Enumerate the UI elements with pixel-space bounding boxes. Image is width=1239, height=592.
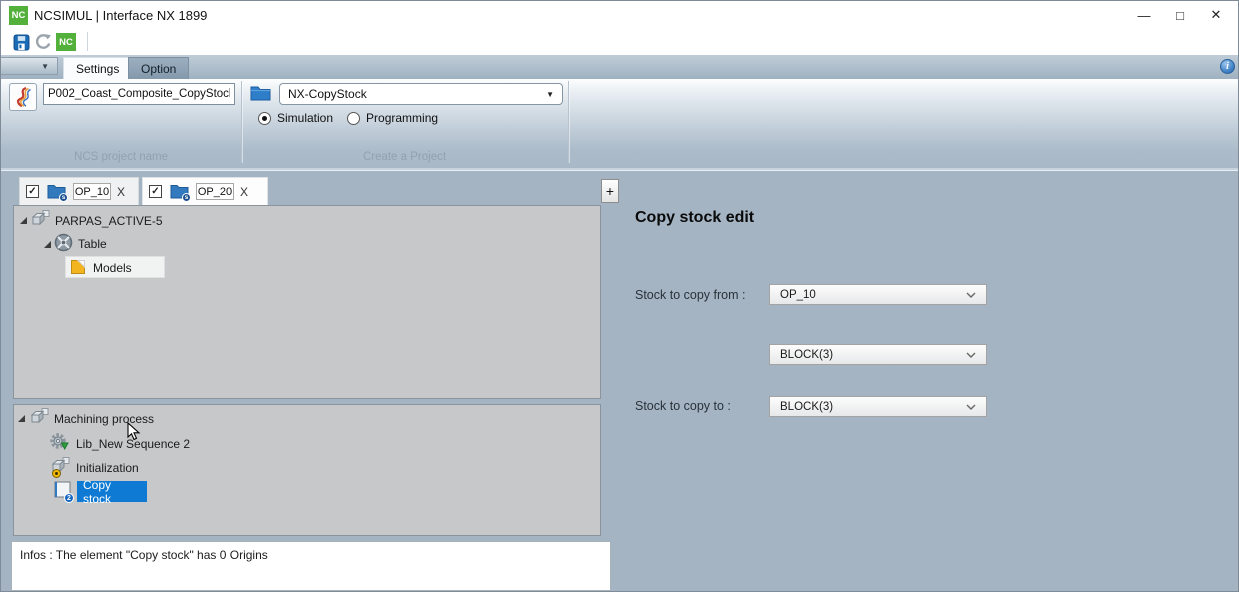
mouse-cursor bbox=[127, 422, 145, 442]
close-button[interactable]: ✕ bbox=[1198, 1, 1234, 29]
stock-to-value: BLOCK(3) bbox=[780, 401, 833, 413]
process-tree-panel: Machining process Lib_New Sequence 2 Ini… bbox=[13, 404, 601, 536]
ribbon-tab-row: ▼ Settings Option i bbox=[1, 55, 1238, 79]
chevron-down-icon: ▼ bbox=[41, 62, 49, 71]
op-tab-op10[interactable]: ✓ s X bbox=[19, 177, 139, 205]
window-title: NCSIMUL | Interface NX 1899 bbox=[34, 8, 207, 23]
info-icon[interactable]: i bbox=[1220, 59, 1235, 74]
copy-stock-badge: 2 bbox=[64, 493, 74, 503]
refresh-icon[interactable] bbox=[33, 32, 53, 52]
quick-toolbar: NC bbox=[1, 29, 1238, 55]
tree-item-initialization[interactable]: Initialization bbox=[76, 461, 139, 475]
stock-folder-icon: s bbox=[170, 183, 189, 200]
nc-export-icon[interactable]: NC bbox=[56, 33, 76, 51]
ncsimul-logo-icon[interactable] bbox=[9, 83, 37, 111]
expander-icon bbox=[19, 216, 28, 225]
edit-panel-title: Copy stock edit bbox=[635, 209, 754, 227]
op-tab-op20[interactable]: ✓ s X bbox=[142, 177, 268, 205]
stock-folder-icon: s bbox=[47, 183, 66, 200]
stock-from-select[interactable]: OP_10 bbox=[769, 284, 987, 305]
expander-icon bbox=[17, 414, 26, 423]
template-select-value: NX-CopyStock bbox=[288, 87, 367, 101]
tab-settings[interactable]: Settings bbox=[63, 57, 132, 79]
chevron-down-icon bbox=[966, 352, 976, 358]
title-bar: NC NCSIMUL | Interface NX 1899 — □ ✕ bbox=[1, 1, 1238, 29]
group-label-project: NCS project name bbox=[1, 151, 241, 163]
stock-from-block-select[interactable]: BLOCK(3) bbox=[769, 344, 987, 365]
ribbon-separator bbox=[568, 81, 569, 163]
op10-checkbox[interactable]: ✓ bbox=[26, 185, 39, 198]
stock-from-block-value: BLOCK(3) bbox=[780, 349, 833, 361]
app-window: NC NCSIMUL | Interface NX 1899 — □ ✕ NC bbox=[0, 0, 1239, 592]
tree-item-machine[interactable]: PARPAS_ACTIVE-5 bbox=[55, 214, 163, 228]
tab-option[interactable]: Option bbox=[128, 57, 189, 79]
file-menu-dropdown[interactable]: ▼ bbox=[1, 57, 58, 75]
op20-name-input[interactable] bbox=[196, 183, 234, 200]
radio-simulation[interactable] bbox=[258, 112, 271, 125]
stock-from-value: OP_10 bbox=[780, 289, 816, 301]
minimize-button[interactable]: — bbox=[1126, 1, 1162, 29]
stock-to-select[interactable]: BLOCK(3) bbox=[769, 396, 987, 417]
chevron-down-icon: ▼ bbox=[546, 90, 554, 99]
op10-name-input[interactable] bbox=[73, 183, 111, 200]
tree-item-models[interactable]: Models bbox=[93, 261, 132, 275]
init-badge-icon bbox=[52, 469, 61, 478]
stock-badge: s bbox=[59, 193, 68, 202]
info-bar: Infos : The element "Copy stock" has 0 O… bbox=[11, 541, 611, 591]
mode-radio-group: Simulation Programming bbox=[258, 111, 452, 125]
table-axis-icon bbox=[54, 233, 73, 252]
machine-icon bbox=[29, 209, 51, 227]
machine-tree-panel: PARPAS_ACTIVE-5 Table Models bbox=[13, 205, 601, 399]
chevron-down-icon bbox=[966, 404, 976, 410]
toolbar-separator bbox=[87, 32, 88, 51]
radio-simulation-label: Simulation bbox=[277, 111, 333, 125]
project-name-input[interactable] bbox=[43, 83, 235, 105]
machine-icon bbox=[28, 407, 50, 425]
tree-item-table[interactable]: Table bbox=[78, 237, 107, 251]
op20-close-icon[interactable]: X bbox=[240, 185, 248, 199]
group-label-create: Create a Project bbox=[241, 151, 568, 163]
maximize-button[interactable]: □ bbox=[1162, 1, 1198, 29]
models-icon bbox=[70, 259, 86, 275]
chevron-down-icon bbox=[966, 292, 976, 298]
stock-to-label: Stock to copy to : bbox=[635, 399, 731, 413]
open-folder-icon[interactable] bbox=[250, 84, 271, 107]
op10-close-icon[interactable]: X bbox=[117, 185, 125, 199]
save-icon[interactable] bbox=[11, 32, 31, 52]
expander-icon bbox=[43, 240, 52, 249]
radio-programming-label: Programming bbox=[366, 111, 438, 125]
radio-programming[interactable] bbox=[347, 112, 360, 125]
sequence-gear-icon bbox=[49, 432, 71, 454]
add-op-tab-button[interactable]: + bbox=[601, 179, 619, 203]
template-select[interactable]: NX-CopyStock ▼ bbox=[279, 83, 563, 105]
op20-checkbox[interactable]: ✓ bbox=[149, 185, 162, 198]
app-logo-icon: NC bbox=[9, 6, 28, 25]
stock-badge: s bbox=[182, 193, 191, 202]
tree-item-copy-stock[interactable]: Copy stock bbox=[77, 481, 147, 502]
ribbon: NCS project name NX-CopyStock ▼ Simulati… bbox=[1, 79, 1238, 171]
stock-from-label: Stock to copy from : bbox=[635, 288, 745, 302]
